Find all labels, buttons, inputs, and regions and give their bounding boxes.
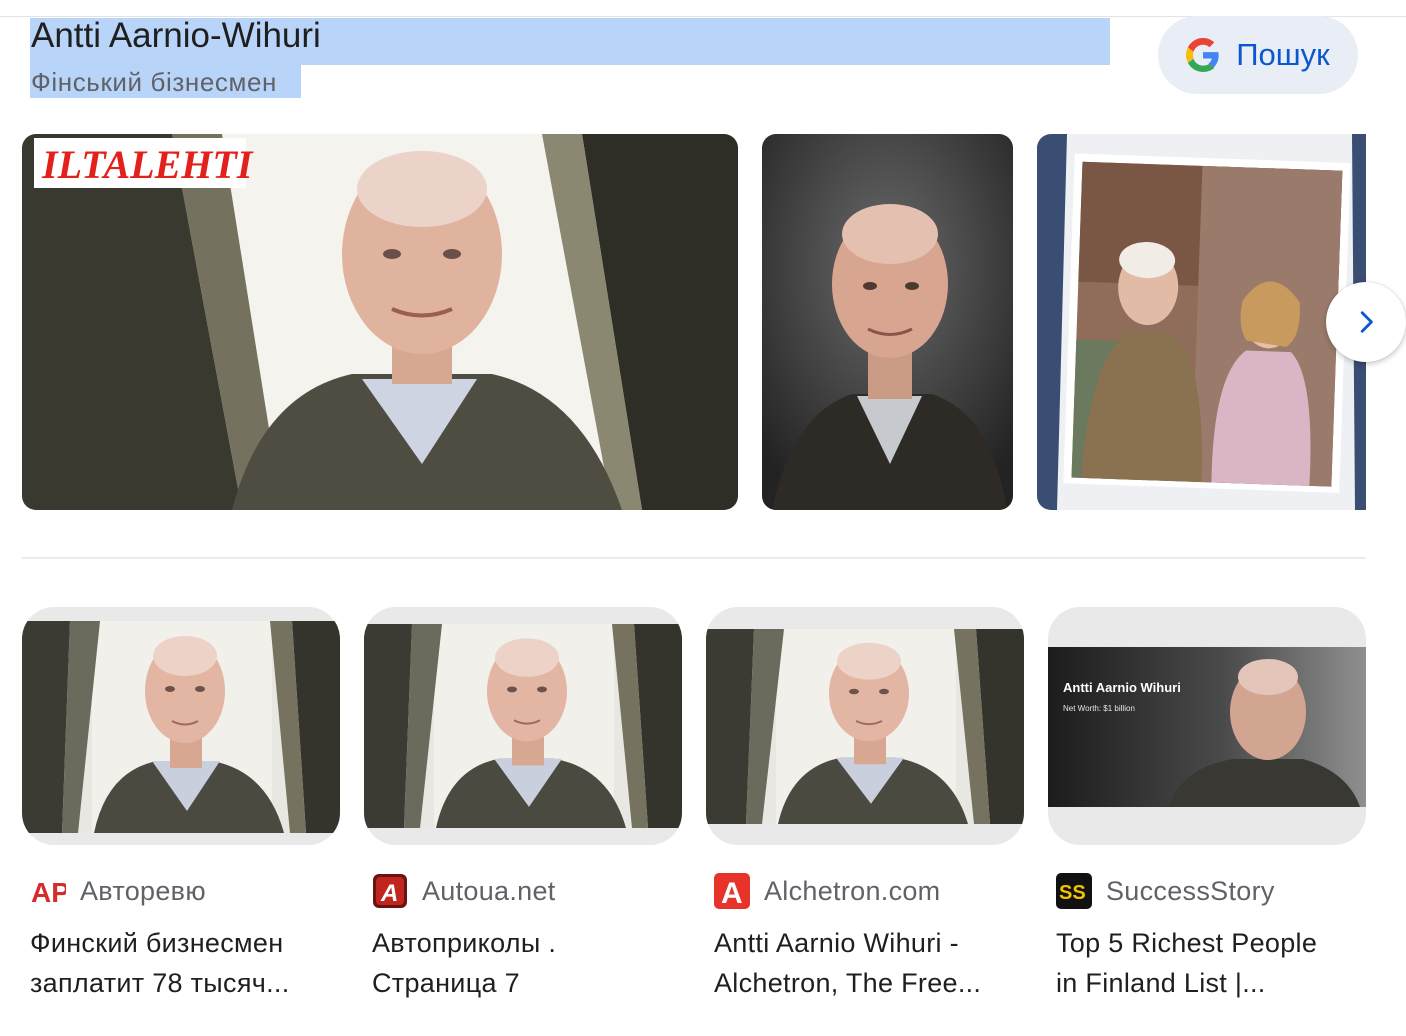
portrait-photo (706, 629, 1024, 824)
source-name: Alchetron.com (764, 876, 941, 906)
result-source[interactable]: A Alchetron.com (714, 873, 940, 909)
result-title-line: Финский бизнесмен (30, 928, 284, 958)
svg-text:A: A (380, 880, 398, 907)
result-thumbnail[interactable] (22, 607, 340, 845)
result-title[interactable]: Top 5 Richest People in Finland List |..… (1056, 923, 1366, 1003)
result-title[interactable]: Antti Aarnio Wihuri - Alchetron, The Fre… (714, 923, 1024, 1003)
photo (1037, 134, 1366, 510)
result-thumbnail[interactable] (706, 607, 1024, 845)
result-title-line: in Finland List |... (1056, 968, 1266, 998)
search-button-label: Пошук (1236, 37, 1330, 72)
autoua-favicon-icon: A (373, 874, 407, 908)
result-thumbnail[interactable] (364, 607, 682, 845)
image-tile-1[interactable]: ILTALEHTI (22, 134, 738, 510)
portrait-photo (22, 621, 340, 833)
google-g-icon (1186, 38, 1219, 72)
thumb-overlay-name: Antti Aarnio Wihuri (1063, 680, 1181, 695)
entity-title[interactable]: Antti Aarnio-Wihuri (31, 14, 321, 58)
result-source[interactable]: AP Авторевю (30, 873, 206, 909)
source-name: Autoua.net (422, 876, 556, 906)
entity-subtitle[interactable]: Фінський бізнесмен (31, 66, 277, 98)
result-card[interactable]: A Alchetron.com Antti Aarnio Wihuri - Al… (706, 607, 1024, 998)
result-source[interactable]: SS SuccessStory (1056, 873, 1275, 909)
result-source[interactable]: A Autoua.net (372, 873, 556, 909)
portrait-photo (762, 134, 1013, 510)
result-card[interactable]: AP Авторевю Финский бизнесмен заплатит 7… (22, 607, 340, 998)
source-name: Авторевю (80, 876, 206, 906)
result-title-line: Antti Aarnio Wihuri - (714, 928, 959, 958)
result-card[interactable]: A Autoua.net Автоприколы . Страница 7 (364, 607, 682, 998)
chevron-right-icon (1360, 311, 1373, 333)
result-title-line: Страница 7 (372, 968, 520, 998)
iltalehti-watermark: ILTALEHTI (41, 142, 254, 187)
portrait-photo (364, 624, 682, 828)
source-name: SuccessStory (1106, 876, 1275, 906)
autoreview-favicon-icon: AP (30, 873, 66, 909)
alchetron-favicon-icon: A (714, 873, 750, 909)
portrait-photo (1048, 647, 1366, 807)
result-thumbnail[interactable]: Antti Aarnio Wihuri Net Worth: $1 billio… (1048, 607, 1366, 845)
svg-text:SS: SS (1059, 882, 1086, 904)
result-title-line: Автоприколы . (372, 928, 557, 958)
image-tile-3[interactable] (1037, 134, 1366, 510)
result-title-line: Alchetron, The Free... (714, 968, 982, 998)
result-title[interactable]: Финский бизнесмен заплатит 78 тысяч... (30, 923, 340, 1003)
section-divider (22, 557, 1366, 559)
successstory-favicon-icon: SS (1056, 873, 1092, 909)
image-tile-2[interactable] (762, 134, 1013, 510)
svg-text:A: A (721, 877, 743, 909)
result-card[interactable]: Antti Aarnio Wihuri Net Worth: $1 billio… (1048, 607, 1366, 998)
thumb-overlay-net-worth: Net Worth: $1 billion (1063, 704, 1135, 713)
search-button[interactable]: Пошук (1158, 16, 1358, 94)
result-title-line: Top 5 Richest People (1056, 928, 1318, 958)
result-title[interactable]: Автоприколы . Страница 7 (372, 923, 682, 1003)
carousel-next-button[interactable] (1326, 282, 1406, 362)
portrait-photo: ILTALEHTI (22, 134, 738, 510)
result-title-line: заплатит 78 тысяч... (30, 968, 290, 998)
svg-text:AP: AP (31, 877, 66, 908)
